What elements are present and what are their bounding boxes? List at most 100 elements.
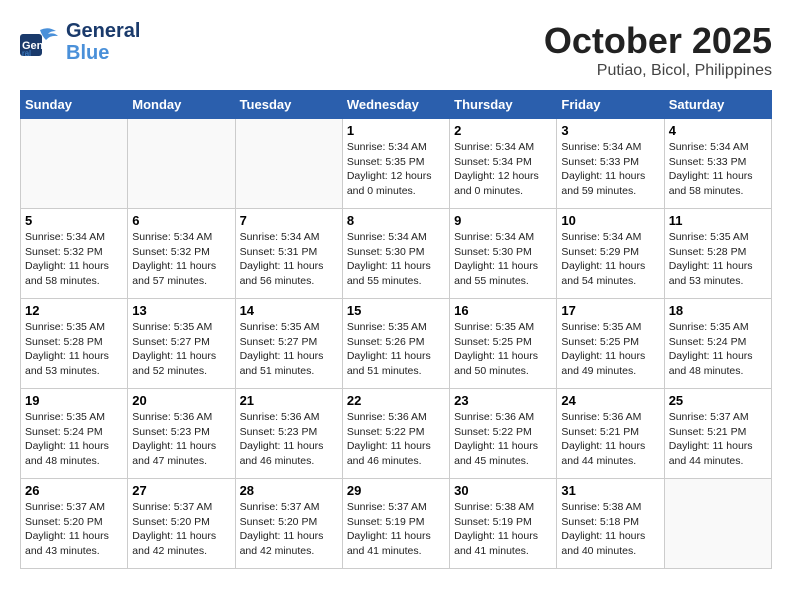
day-info: Sunrise: 5:36 AM Sunset: 5:23 PM Dayligh… bbox=[240, 410, 338, 469]
day-number: 14 bbox=[240, 303, 338, 318]
day-info: Sunrise: 5:35 AM Sunset: 5:25 PM Dayligh… bbox=[561, 320, 659, 379]
day-info: Sunrise: 5:34 AM Sunset: 5:33 PM Dayligh… bbox=[561, 140, 659, 199]
weekday-header-saturday: Saturday bbox=[664, 91, 771, 119]
calendar-table: SundayMondayTuesdayWednesdayThursdayFrid… bbox=[20, 90, 772, 569]
weekday-header-row: SundayMondayTuesdayWednesdayThursdayFrid… bbox=[21, 91, 772, 119]
day-cell: 2Sunrise: 5:34 AM Sunset: 5:34 PM Daylig… bbox=[450, 119, 557, 209]
day-cell: 15 Sunrise: 5:35 AM Sunset: 5:26 PM Dayli… bbox=[342, 299, 449, 389]
day-info: Sunrise: 5:34 AM Sunset: 5:32 PM Dayligh… bbox=[132, 230, 230, 289]
day-info: Sunrise: 5:34 AM Sunset: 5:33 PM Dayligh… bbox=[669, 140, 767, 199]
day-number: 23 bbox=[454, 393, 552, 408]
day-info: Sunrise: 5:34 AM Sunset: 5:30 PM Dayligh… bbox=[454, 230, 552, 289]
day-info: Sunrise: 5:36 AM Sunset: 5:21 PM Dayligh… bbox=[561, 410, 659, 469]
day-info: Sunrise: 5:35 AM Sunset: 5:27 PM Dayligh… bbox=[132, 320, 230, 379]
title-section: October 2025 Putiao, Bicol, Philippines bbox=[544, 20, 772, 80]
day-cell: 29 Sunrise: 5:37 AM Sunset: 5:19 PM Dayli… bbox=[342, 479, 449, 569]
day-cell: 27Sunrise: 5:37 AM Sunset: 5:20 PM Dayli… bbox=[128, 479, 235, 569]
day-cell: 19 Sunrise: 5:35 AM Sunset: 5:24 PM Dayli… bbox=[21, 389, 128, 479]
day-cell: 24 Sunrise: 5:36 AM Sunset: 5:21 PM Dayli… bbox=[557, 389, 664, 479]
day-cell: 5 Sunrise: 5:34 AM Sunset: 5:32 PM Daylig… bbox=[21, 209, 128, 299]
day-number: 7 bbox=[240, 213, 338, 228]
day-info: Sunrise: 5:35 AM Sunset: 5:28 PM Dayligh… bbox=[669, 230, 767, 289]
day-cell: 9 Sunrise: 5:34 AM Sunset: 5:30 PM Daylig… bbox=[450, 209, 557, 299]
day-info: Sunrise: 5:36 AM Sunset: 5:23 PM Dayligh… bbox=[132, 410, 230, 469]
day-number: 1 bbox=[347, 123, 445, 138]
day-number: 9 bbox=[454, 213, 552, 228]
day-cell: 31 Sunrise: 5:38 AM Sunset: 5:18 PM Dayli… bbox=[557, 479, 664, 569]
day-info: Sunrise: 5:37 AM Sunset: 5:20 PM Dayligh… bbox=[240, 500, 338, 559]
day-number: 30 bbox=[454, 483, 552, 498]
day-number: 15 bbox=[347, 303, 445, 318]
day-info: Sunrise: 5:37 AM Sunset: 5:19 PM Dayligh… bbox=[347, 500, 445, 559]
day-info: Sunrise: 5:37 AM Sunset: 5:20 PM Dayligh… bbox=[25, 500, 123, 559]
day-cell: 21 Sunrise: 5:36 AM Sunset: 5:23 PM Dayli… bbox=[235, 389, 342, 479]
day-number: 25 bbox=[669, 393, 767, 408]
day-number: 10 bbox=[561, 213, 659, 228]
day-number: 21 bbox=[240, 393, 338, 408]
day-info: Sunrise: 5:35 AM Sunset: 5:24 PM Dayligh… bbox=[25, 410, 123, 469]
weekday-header-wednesday: Wednesday bbox=[342, 91, 449, 119]
day-cell: 20 Sunrise: 5:36 AM Sunset: 5:23 PM Dayli… bbox=[128, 389, 235, 479]
day-cell: 6 Sunrise: 5:34 AM Sunset: 5:32 PM Daylig… bbox=[128, 209, 235, 299]
location: Putiao, Bicol, Philippines bbox=[544, 62, 772, 80]
day-cell: 30 Sunrise: 5:38 AM Sunset: 5:19 PM Dayli… bbox=[450, 479, 557, 569]
weekday-header-monday: Monday bbox=[128, 91, 235, 119]
day-info: Sunrise: 5:38 AM Sunset: 5:18 PM Dayligh… bbox=[561, 500, 659, 559]
svg-text:ral: ral bbox=[22, 49, 31, 58]
day-number: 29 bbox=[347, 483, 445, 498]
day-cell: 14 Sunrise: 5:35 AM Sunset: 5:27 PM Dayli… bbox=[235, 299, 342, 389]
day-number: 19 bbox=[25, 393, 123, 408]
day-cell bbox=[21, 119, 128, 209]
day-number: 22 bbox=[347, 393, 445, 408]
day-cell: 8Sunrise: 5:34 AM Sunset: 5:30 PM Daylig… bbox=[342, 209, 449, 299]
day-number: 24 bbox=[561, 393, 659, 408]
week-row-1: 1 Sunrise: 5:34 AM Sunset: 5:35 PM Daylig… bbox=[21, 119, 772, 209]
day-cell bbox=[664, 479, 771, 569]
day-number: 3 bbox=[561, 123, 659, 138]
page-header: Gene ral General Blue October 2025 Putia… bbox=[20, 20, 772, 80]
day-cell: 25 Sunrise: 5:37 AM Sunset: 5:21 PM Dayli… bbox=[664, 389, 771, 479]
day-cell: 7 Sunrise: 5:34 AM Sunset: 5:31 PM Daylig… bbox=[235, 209, 342, 299]
day-cell: 23Sunrise: 5:36 AM Sunset: 5:22 PM Dayli… bbox=[450, 389, 557, 479]
day-info: Sunrise: 5:34 AM Sunset: 5:31 PM Dayligh… bbox=[240, 230, 338, 289]
day-number: 13 bbox=[132, 303, 230, 318]
logo-general: General bbox=[66, 20, 140, 42]
logo: Gene ral General Blue bbox=[20, 20, 140, 64]
day-number: 5 bbox=[25, 213, 123, 228]
day-cell: 12Sunrise: 5:35 AM Sunset: 5:28 PM Dayli… bbox=[21, 299, 128, 389]
day-number: 16 bbox=[454, 303, 552, 318]
weekday-header-thursday: Thursday bbox=[450, 91, 557, 119]
day-info: Sunrise: 5:34 AM Sunset: 5:35 PM Dayligh… bbox=[347, 140, 445, 199]
day-info: Sunrise: 5:34 AM Sunset: 5:30 PM Dayligh… bbox=[347, 230, 445, 289]
day-number: 26 bbox=[25, 483, 123, 498]
day-cell: 4 Sunrise: 5:34 AM Sunset: 5:33 PM Daylig… bbox=[664, 119, 771, 209]
day-number: 6 bbox=[132, 213, 230, 228]
day-number: 4 bbox=[669, 123, 767, 138]
day-cell: 28Sunrise: 5:37 AM Sunset: 5:20 PM Dayli… bbox=[235, 479, 342, 569]
day-cell bbox=[235, 119, 342, 209]
day-cell bbox=[128, 119, 235, 209]
logo-blue: Blue bbox=[66, 42, 140, 64]
day-number: 11 bbox=[669, 213, 767, 228]
day-info: Sunrise: 5:38 AM Sunset: 5:19 PM Dayligh… bbox=[454, 500, 552, 559]
day-info: Sunrise: 5:35 AM Sunset: 5:27 PM Dayligh… bbox=[240, 320, 338, 379]
day-cell: 3 Sunrise: 5:34 AM Sunset: 5:33 PM Daylig… bbox=[557, 119, 664, 209]
day-info: Sunrise: 5:35 AM Sunset: 5:25 PM Dayligh… bbox=[454, 320, 552, 379]
day-info: Sunrise: 5:35 AM Sunset: 5:28 PM Dayligh… bbox=[25, 320, 123, 379]
day-cell: 26 Sunrise: 5:37 AM Sunset: 5:20 PM Dayli… bbox=[21, 479, 128, 569]
day-number: 20 bbox=[132, 393, 230, 408]
day-number: 27 bbox=[132, 483, 230, 498]
weekday-header-tuesday: Tuesday bbox=[235, 91, 342, 119]
day-info: Sunrise: 5:36 AM Sunset: 5:22 PM Dayligh… bbox=[347, 410, 445, 469]
weekday-header-sunday: Sunday bbox=[21, 91, 128, 119]
day-number: 18 bbox=[669, 303, 767, 318]
day-info: Sunrise: 5:37 AM Sunset: 5:21 PM Dayligh… bbox=[669, 410, 767, 469]
day-cell: 18Sunrise: 5:35 AM Sunset: 5:24 PM Dayli… bbox=[664, 299, 771, 389]
day-info: Sunrise: 5:34 AM Sunset: 5:32 PM Dayligh… bbox=[25, 230, 123, 289]
day-info: Sunrise: 5:35 AM Sunset: 5:26 PM Dayligh… bbox=[347, 320, 445, 379]
day-cell: 10Sunrise: 5:34 AM Sunset: 5:29 PM Dayli… bbox=[557, 209, 664, 299]
month-title: October 2025 bbox=[544, 20, 772, 62]
day-number: 31 bbox=[561, 483, 659, 498]
day-cell: 13 Sunrise: 5:35 AM Sunset: 5:27 PM Dayli… bbox=[128, 299, 235, 389]
weekday-header-friday: Friday bbox=[557, 91, 664, 119]
